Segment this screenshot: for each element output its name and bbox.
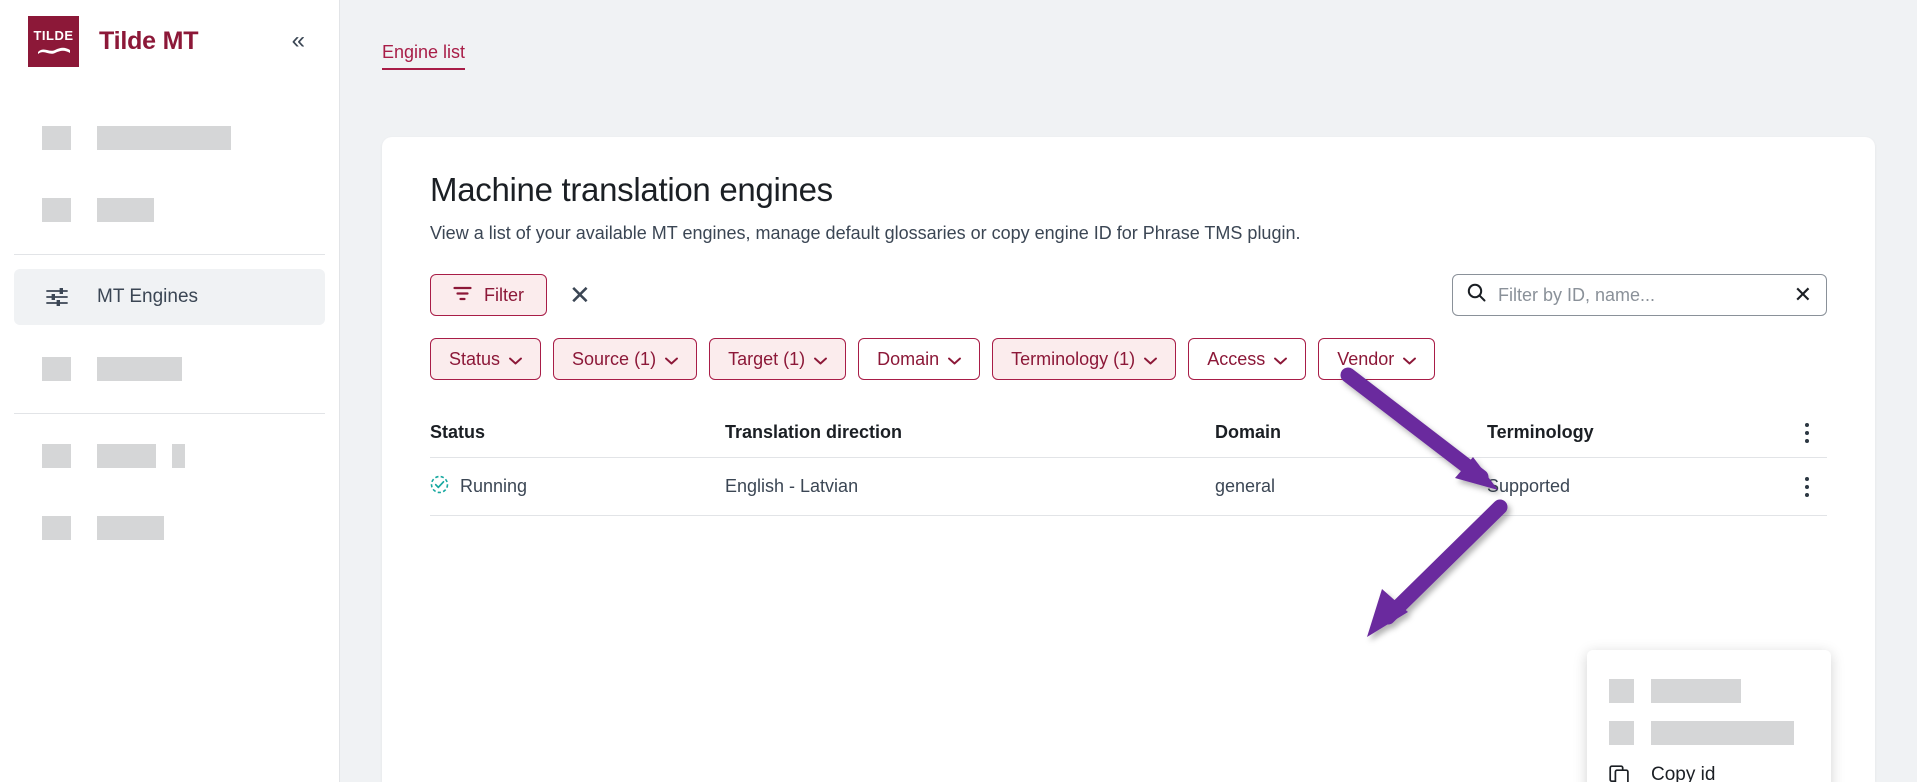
table-row[interactable]: Running English - Latvian general Suppor… <box>430 458 1827 516</box>
sidebar-item-placeholder-1[interactable] <box>14 110 325 166</box>
filter-chip-target[interactable]: Target (1) <box>709 338 847 380</box>
cell-terminology: Supported <box>1487 476 1571 496</box>
engines-table: Status Translation direction Domain Term… <box>430 408 1827 516</box>
collapse-sidebar-button[interactable]: « <box>286 23 311 59</box>
chevron-down-icon <box>665 349 679 370</box>
placeholder-icon <box>1609 721 1634 745</box>
search-icon <box>1467 283 1486 307</box>
search-input[interactable] <box>1498 284 1782 306</box>
column-header-status: Status <box>430 422 486 442</box>
logo-swoosh-icon <box>37 47 70 54</box>
chevron-down-icon <box>509 349 522 370</box>
tilde-logo: TILDE <box>28 15 79 67</box>
filter-chip-label: Domain <box>877 348 940 369</box>
copy-icon <box>1609 763 1634 782</box>
search-clear-button[interactable]: ✕ <box>1794 284 1812 306</box>
filter-chip-label: Terminology (1) <box>1011 348 1136 369</box>
chevron-down-icon <box>1274 349 1288 370</box>
brand-title: Tilde MT <box>99 26 199 55</box>
table-header-row: Status Translation direction Domain Term… <box>430 408 1827 458</box>
clear-filters-button[interactable]: ✕ <box>569 282 591 308</box>
sliders-icon <box>42 285 71 309</box>
filter-chip-access[interactable]: Access <box>1188 338 1307 380</box>
menu-item-placeholder-1[interactable] <box>1587 670 1831 712</box>
column-header-terminology: Terminology <box>1487 422 1594 442</box>
filter-chip-label: Source (1) <box>572 348 657 369</box>
tab-bar: Engine list <box>340 0 1917 83</box>
cell-translation-direction: English - Latvian <box>725 476 859 496</box>
filter-chip-domain[interactable]: Domain <box>858 338 981 380</box>
filter-chip-label: Access <box>1207 348 1266 369</box>
placeholder-icon <box>42 516 71 540</box>
chevron-down-icon <box>814 349 828 370</box>
placeholder-icon <box>42 198 71 222</box>
page-title: Machine translation engines <box>430 171 833 208</box>
sidebar-divider <box>14 254 325 255</box>
cell-status: Running <box>430 475 725 499</box>
tab-engine-list[interactable]: Engine list <box>382 42 466 83</box>
logo-wordmark: TILDE <box>33 27 74 43</box>
placeholder-label <box>97 198 154 222</box>
brand-header: TILDE Tilde MT « <box>0 0 339 82</box>
row-actions <box>1787 476 1827 497</box>
chevron-down-icon <box>1403 349 1417 370</box>
sidebar-item-mt-engines[interactable]: MT Engines <box>14 269 325 325</box>
sidebar-item-placeholder-4[interactable] <box>14 428 325 484</box>
filter-button[interactable]: Filter <box>430 274 547 316</box>
filter-chip-label: Target (1) <box>728 348 806 369</box>
sidebar: TILDE Tilde MT « MT Engines <box>0 0 340 782</box>
placeholder-label <box>1651 679 1741 703</box>
main-content: Engine list Machine translation engines … <box>340 0 1917 782</box>
filter-chip-vendor[interactable]: Vendor <box>1318 338 1436 380</box>
row-kebab-menu-icon[interactable] <box>1805 476 1809 497</box>
row-context-menu: Copy id <box>1587 650 1831 782</box>
filter-chip-terminology[interactable]: Terminology (1) <box>992 338 1177 380</box>
filter-chip-status[interactable]: Status <box>430 338 542 380</box>
filter-chip-row: Status Source (1) Target (1) Domain Term… <box>430 338 1827 380</box>
placeholder-badge <box>172 444 185 468</box>
placeholder-label <box>97 357 182 381</box>
sidebar-nav: MT Engines <box>0 82 339 556</box>
menu-item-placeholder-2[interactable] <box>1587 712 1831 754</box>
page-subtitle: View a list of your available MT engines… <box>430 223 1301 243</box>
menu-item-copy-id[interactable]: Copy id <box>1587 754 1831 782</box>
placeholder-label <box>97 516 164 540</box>
placeholder-icon <box>42 444 71 468</box>
chevron-down-icon <box>948 349 962 370</box>
column-header-translation-direction: Translation direction <box>725 422 903 442</box>
table-header-actions <box>1787 422 1827 443</box>
menu-item-label: Copy id <box>1651 764 1716 782</box>
sidebar-item-label: MT Engines <box>97 286 199 307</box>
sidebar-divider <box>14 413 325 414</box>
status-label: Running <box>460 476 528 496</box>
app-root: TILDE Tilde MT « MT Engines Engine list … <box>0 0 1917 782</box>
filter-button-label: Filter <box>484 284 524 305</box>
search-box: ✕ <box>1452 274 1827 316</box>
filter-icon <box>453 285 472 306</box>
placeholder-label <box>1651 721 1794 745</box>
sidebar-item-placeholder-2[interactable] <box>14 182 325 238</box>
filter-chip-source[interactable]: Source (1) <box>553 338 698 380</box>
engines-card: Machine translation engines View a list … <box>382 137 1875 782</box>
chevron-down-icon <box>1144 349 1158 370</box>
placeholder-label <box>97 126 231 150</box>
placeholder-icon <box>1609 679 1634 703</box>
placeholder-icon <box>42 357 71 381</box>
filter-chip-label: Vendor <box>1337 348 1395 369</box>
cell-domain: general <box>1215 476 1276 496</box>
placeholder-icon <box>42 126 71 150</box>
column-header-domain: Domain <box>1215 422 1282 442</box>
placeholder-label <box>97 444 156 468</box>
sidebar-item-placeholder-5[interactable] <box>14 500 325 556</box>
kebab-menu-icon[interactable] <box>1805 422 1809 443</box>
sidebar-item-placeholder-3[interactable] <box>14 341 325 397</box>
check-circle-icon <box>430 475 449 499</box>
toolbar: Filter ✕ ✕ <box>430 274 1827 316</box>
filter-chip-label: Status <box>449 348 501 369</box>
